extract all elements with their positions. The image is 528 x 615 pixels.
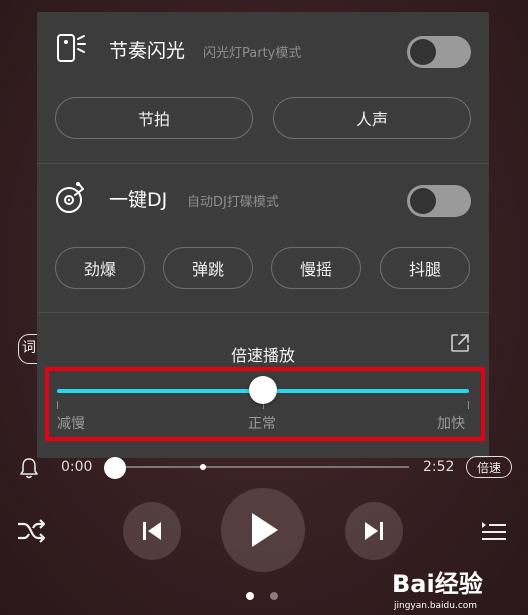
- page-indicator-dot-active: [246, 592, 254, 600]
- total-time: 2:52: [423, 459, 455, 475]
- baidu-jingyan-watermark: Bai经验 jingyan.baidu.com: [392, 570, 483, 611]
- flash-subtitle: 闪光灯Party模式: [203, 46, 302, 61]
- progress-thumb[interactable]: [104, 457, 126, 479]
- speed-tick-fast: [468, 401, 469, 409]
- flash-row: 节奏闪光 闪光灯Party模式: [37, 18, 489, 78]
- turntable-icon: [56, 182, 84, 213]
- dj-toggle[interactable]: [407, 185, 471, 217]
- playlist-icon[interactable]: [480, 518, 508, 544]
- speed-normal-label: 正常: [248, 416, 276, 432]
- dj-toggle-knob: [410, 188, 436, 214]
- flash-option-vocal[interactable]: 人声: [273, 97, 471, 139]
- dj-subtitle: 自动DJ打碟模式: [187, 195, 279, 210]
- dj-option-intense[interactable]: 劲爆: [55, 247, 145, 289]
- skip-next-icon: [365, 522, 383, 540]
- flash-title: 节奏闪光: [109, 40, 186, 62]
- flash-option-beat[interactable]: 节拍: [55, 97, 253, 139]
- flash-toggle[interactable]: [407, 36, 471, 68]
- play-button[interactable]: [221, 488, 305, 572]
- progress-marker: [200, 464, 206, 470]
- watermark-brand: Bai经验: [392, 570, 483, 598]
- bell-icon[interactable]: [18, 456, 40, 480]
- flash-option-vocal-label: 人声: [355, 110, 388, 129]
- speed-slow-label: 减慢: [57, 416, 85, 432]
- dj-title: 一键DJ: [109, 189, 168, 211]
- skip-previous-icon: [143, 522, 161, 540]
- current-time: 0:00: [61, 459, 93, 475]
- progress-bar[interactable]: [113, 466, 409, 468]
- speed-title: 倍速播放: [230, 346, 295, 365]
- dj-option-bounce-label: 弹跳: [191, 260, 224, 279]
- phone-flash-icon: [57, 34, 86, 62]
- share-icon[interactable]: [449, 332, 471, 354]
- page-indicator-dot: [270, 592, 278, 600]
- dj-option-intense-label: 劲爆: [83, 260, 116, 279]
- watermark-url: jingyan.baidu.com: [393, 601, 477, 611]
- shuffle-icon[interactable]: [16, 518, 46, 544]
- effects-panel: 节奏闪光 闪光灯Party模式 节拍 人声 一键DJ 自动DJ打碟模式 劲爆 弹…: [37, 12, 489, 458]
- flash-option-beat-label: 节拍: [137, 110, 170, 129]
- dj-option-shake[interactable]: 抖腿: [380, 247, 470, 289]
- speed-slider-thumb[interactable]: [249, 376, 277, 404]
- next-button[interactable]: [345, 502, 403, 560]
- previous-button[interactable]: [123, 502, 181, 560]
- dj-option-slowrock-label: 慢摇: [299, 260, 332, 279]
- flash-toggle-knob: [410, 39, 436, 65]
- speed-button[interactable]: 倍速: [466, 456, 512, 478]
- speed-fast-label: 加快: [437, 416, 465, 432]
- divider: [37, 163, 489, 164]
- dj-option-bounce[interactable]: 弹跳: [163, 247, 253, 289]
- dj-option-slowrock[interactable]: 慢摇: [271, 247, 361, 289]
- divider: [37, 312, 489, 313]
- play-icon: [252, 513, 278, 547]
- dj-row: 一键DJ 自动DJ打碟模式: [37, 167, 489, 227]
- speed-button-label: 倍速: [476, 460, 501, 475]
- dj-option-shake-label: 抖腿: [408, 260, 441, 279]
- speed-tick-slow: [57, 401, 58, 409]
- lyrics-tag-text: 词: [22, 340, 36, 356]
